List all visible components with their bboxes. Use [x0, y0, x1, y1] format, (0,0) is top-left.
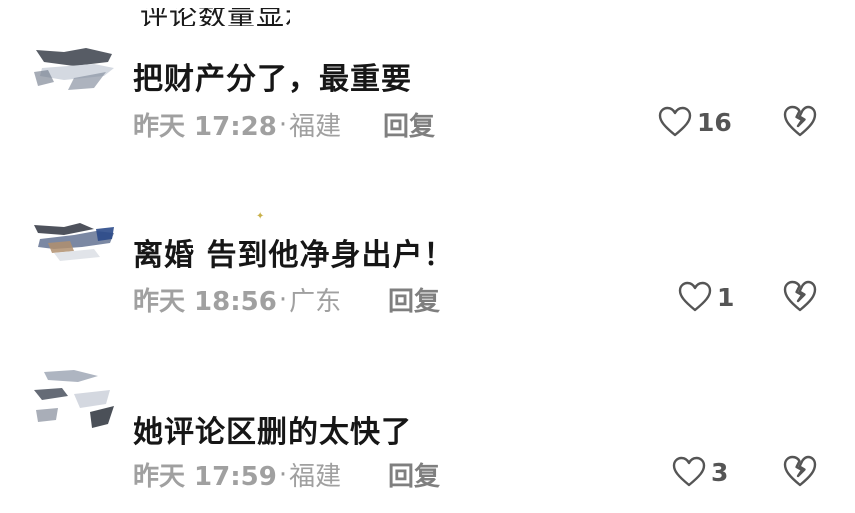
heart-outline-icon — [658, 106, 692, 137]
comment-region: 广东 — [289, 287, 342, 317]
comment-text: 离婚 告到他净身出户！ — [133, 238, 455, 273]
avatar[interactable] — [34, 42, 116, 94]
comment-text: 她评论区删的太快了 — [133, 415, 412, 450]
comment-item: 离婚 告到他净身出户！ 昨天 18:56 · 广东 回复 1 — [0, 215, 855, 325]
meta-separator: · — [278, 109, 288, 140]
like-button[interactable]: 1 — [678, 281, 734, 313]
comment-time: 昨天 17:28 — [133, 112, 277, 142]
heart-outline-icon — [672, 456, 706, 487]
comment-time: 昨天 18:56 — [133, 287, 277, 317]
broken-heart-icon[interactable] — [782, 104, 818, 138]
broken-heart-icon[interactable] — [782, 279, 818, 313]
like-count: 3 — [711, 457, 729, 487]
meta-separator: · — [278, 284, 288, 315]
comment-region: 福建 — [289, 112, 342, 142]
like-button[interactable]: 3 — [672, 456, 728, 488]
reply-button[interactable]: 回复 — [388, 456, 440, 493]
reply-button[interactable]: 回复 — [388, 281, 440, 318]
comment-time: 昨天 17:59 — [133, 462, 277, 492]
meta-separator: · — [278, 459, 288, 490]
comment-meta: 昨天 17:28 · 福建 — [133, 106, 341, 143]
avatar[interactable] — [34, 370, 116, 432]
like-count: 16 — [697, 107, 732, 137]
comment-meta: 昨天 18:56 · 广东 — [133, 281, 341, 318]
heart-outline-icon — [678, 281, 712, 312]
reply-button[interactable]: 回复 — [383, 106, 435, 143]
comment-text: 把财产分了，最重要 — [133, 62, 412, 97]
broken-heart-icon[interactable] — [782, 454, 818, 488]
comment-item: 她评论区删的太快了 昨天 17:59 · 福建 回复 3 — [0, 370, 855, 500]
comment-meta: 昨天 17:59 · 福建 — [133, 456, 341, 493]
like-button[interactable]: 16 — [658, 106, 732, 138]
like-count: 1 — [717, 282, 735, 312]
cropped-previous-comment-text: 评论数量显示 — [140, 8, 290, 26]
comment-region: 福建 — [289, 462, 342, 492]
avatar[interactable] — [34, 219, 116, 271]
comment-item: 把财产分了，最重要 昨天 17:28 · 福建 回复 16 — [0, 40, 855, 150]
